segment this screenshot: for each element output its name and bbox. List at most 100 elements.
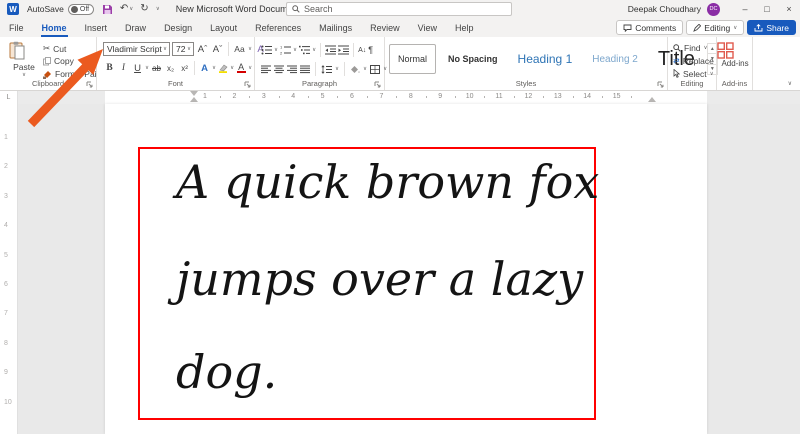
close-button[interactable]: × (778, 0, 800, 18)
ruler-tick (572, 96, 574, 98)
comments-button[interactable]: Comments (616, 20, 684, 35)
line-spacing-button[interactable] (321, 64, 332, 74)
separator (353, 43, 355, 57)
search-input[interactable]: Search (286, 2, 512, 16)
minimize-button[interactable]: – (734, 0, 756, 18)
document-title[interactable]: New Microsoft Word Document (176, 4, 300, 14)
right-indent-marker[interactable] (648, 97, 656, 102)
ruler-tick (366, 96, 368, 98)
align-center-button[interactable] (274, 65, 284, 74)
bullet-list-button[interactable] (261, 45, 272, 55)
tab-design[interactable]: Design (155, 18, 201, 37)
multilevel-list-button[interactable] (299, 45, 311, 55)
sort-button[interactable]: A↓ (358, 47, 366, 54)
tab-draw[interactable]: Draw (116, 18, 155, 37)
bold-button[interactable]: B (103, 61, 116, 75)
chevron-down-icon: ∨ (312, 47, 317, 53)
shrink-font-button[interactable]: Aˇ (211, 42, 224, 56)
undo-chevron-icon[interactable]: ∨ (129, 6, 133, 12)
editing-mode-button[interactable]: Editing ∨ (686, 20, 745, 35)
change-case-button[interactable]: Aa (233, 42, 246, 56)
ruler-tick (337, 96, 339, 98)
underline-button[interactable]: U (131, 61, 144, 75)
tab-file[interactable]: File (0, 18, 33, 37)
format-painter-button[interactable]: Format Painter (43, 69, 97, 79)
chevron-down-icon: ∨ (709, 70, 714, 77)
customize-toolbar-icon[interactable]: ∨ (156, 6, 160, 12)
paragraph-dialog-launcher-icon[interactable] (374, 81, 381, 88)
format-painter-icon (43, 70, 52, 79)
increase-indent-button[interactable] (338, 45, 350, 55)
document-text-line[interactable]: jumps over a lazy (176, 252, 583, 306)
grow-font-button[interactable]: Aˆ (196, 42, 209, 56)
maximize-button[interactable]: □ (756, 0, 778, 18)
tab-references[interactable]: References (246, 18, 310, 37)
styles-dialog-launcher-icon[interactable] (657, 81, 664, 88)
red-border-box[interactable]: A quick brown fox jumps over a lazy dog. (138, 147, 599, 420)
share-button[interactable]: Share (747, 20, 796, 35)
borders-button[interactable] (370, 64, 381, 74)
style-normal[interactable]: Normal (389, 44, 437, 74)
superscript-button[interactable]: x² (178, 61, 191, 75)
font-size-combobox[interactable]: 72 ∨ (172, 42, 194, 56)
style-heading-2[interactable]: Heading 2 (584, 44, 646, 74)
horizontal-ruler[interactable]: 1 2 3 4 5 6 7 8 9 10 11 12 13 14 15 (18, 91, 800, 104)
first-line-indent-marker[interactable] (190, 91, 198, 96)
align-right-button[interactable] (287, 65, 297, 74)
highlighter-icon (219, 64, 228, 73)
numbered-list-button[interactable]: 12 (280, 45, 292, 55)
font-dialog-launcher-icon[interactable] (244, 81, 251, 88)
title-bar: W AutoSave Off ↶ ∨ ↻ ∨ New Microsoft Wor… (0, 0, 800, 18)
save-icon[interactable] (102, 4, 113, 15)
tab-review[interactable]: Review (361, 18, 409, 37)
replace-button[interactable]: ⇄ Replace (673, 54, 714, 67)
style-no-spacing[interactable]: No Spacing (440, 44, 506, 74)
vertical-ruler[interactable]: 1 2 3 4 5 6 7 8 9 10 (0, 104, 18, 434)
tab-mailings[interactable]: Mailings (310, 18, 361, 37)
show-formatting-button[interactable]: ¶ (368, 45, 373, 55)
document-text-line[interactable]: dog. (176, 345, 277, 399)
tab-selector[interactable]: L (0, 91, 18, 104)
document-text-line[interactable]: A quick brown fox (176, 155, 599, 209)
copy-icon (43, 56, 51, 66)
tab-home[interactable]: Home (33, 18, 76, 37)
undo-icon[interactable]: ↶ (120, 4, 128, 14)
user-name[interactable]: Deepak Choudhary (628, 4, 701, 14)
justify-button[interactable] (300, 65, 310, 74)
font-color-button[interactable]: A (236, 62, 247, 74)
autosave-state: Off (79, 5, 90, 13)
copy-button[interactable]: Copy (43, 56, 74, 66)
addins-button[interactable]: Add-ins (717, 42, 753, 68)
align-left-button[interactable] (261, 65, 271, 74)
subscript-button[interactable]: x₂ (164, 61, 177, 75)
addins-group: Add-ins Add-ins (717, 37, 753, 90)
document-page[interactable]: A quick brown fox jumps over a lazy dog. (105, 104, 707, 434)
strikethrough-button[interactable]: ab (150, 61, 163, 75)
autosave-toggle[interactable]: Off (67, 3, 94, 15)
tab-actions: Comments Editing ∨ Share (616, 20, 796, 35)
text-effects-button[interactable]: A (198, 61, 211, 75)
style-heading-1[interactable]: Heading 1 (510, 44, 581, 74)
tab-layout[interactable]: Layout (201, 18, 246, 37)
editing-group: Find ∨ ⇄ Replace Select ∨ Editing (668, 37, 717, 90)
tab-view[interactable]: View (409, 18, 446, 37)
cut-button[interactable]: ✂ Cut (43, 43, 66, 54)
find-button[interactable]: Find ∨ (673, 41, 714, 54)
collapse-ribbon-icon[interactable]: ∨ (788, 80, 792, 87)
hanging-indent-marker[interactable] (190, 97, 198, 102)
italic-button[interactable]: I (117, 61, 130, 75)
redo-icon[interactable]: ↻ (140, 4, 148, 14)
decrease-indent-button[interactable] (325, 45, 337, 55)
tab-help[interactable]: Help (446, 18, 483, 37)
shading-button[interactable] (350, 65, 360, 74)
ruler-number: 9 (438, 93, 443, 100)
paste-button[interactable]: Paste ∨ (8, 41, 40, 78)
pencil-icon (693, 23, 702, 32)
highlight-button[interactable] (218, 64, 228, 73)
clipboard-dialog-launcher-icon[interactable] (86, 81, 93, 88)
vertical-ruler-number: 4 (4, 222, 8, 230)
tab-insert[interactable]: Insert (76, 18, 117, 37)
avatar[interactable]: DC (707, 2, 720, 16)
separator (228, 42, 229, 56)
font-name-combobox[interactable]: Vladimir Script ∨ (103, 42, 170, 56)
